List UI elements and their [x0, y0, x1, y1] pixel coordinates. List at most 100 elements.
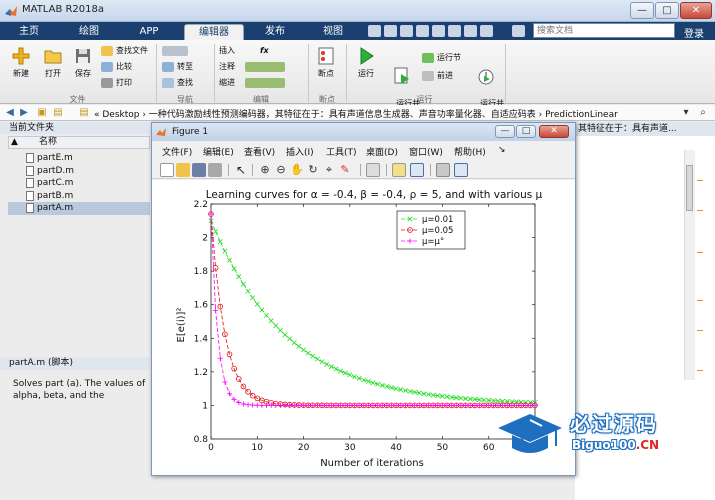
marker[interactable] — [697, 300, 703, 301]
tab-apps[interactable]: APP — [126, 24, 172, 40]
menu-edit[interactable]: 编辑(E) — [203, 145, 234, 158]
compare-icon — [101, 62, 113, 72]
comment-tools[interactable] — [245, 61, 285, 73]
tab-home[interactable]: 主页 — [6, 24, 52, 40]
breakpoints-button[interactable]: 断点 — [312, 46, 340, 79]
folder-icon — [44, 50, 62, 64]
show-plot-tools-icon[interactable] — [454, 163, 468, 177]
zoom-out-icon[interactable]: ⊖ — [274, 163, 288, 177]
link-plot-icon[interactable] — [366, 163, 380, 177]
comment-button[interactable]: 注释 — [219, 61, 235, 73]
tab-plots[interactable]: 绘图 — [66, 24, 112, 40]
new-button[interactable]: 新建 — [8, 46, 34, 79]
save-figure-icon[interactable] — [192, 163, 206, 177]
insert-button[interactable]: 插入 — [219, 45, 235, 57]
scrollbar-thumb[interactable] — [686, 165, 693, 211]
redo-quick-icon[interactable] — [448, 25, 461, 37]
menu-window[interactable]: 窗口(W) — [409, 145, 443, 158]
undo-quick-icon[interactable] — [432, 25, 445, 37]
find-files-button[interactable]: 查找文件 — [101, 45, 148, 57]
printer-icon — [101, 78, 113, 88]
x-tick-label: 20 — [298, 443, 310, 453]
print-figure-icon[interactable] — [208, 163, 222, 177]
x-tick-label: 30 — [344, 443, 356, 453]
breakpoints-icon — [318, 47, 334, 65]
back-arrow-icon[interactable]: ◀ — [4, 107, 16, 119]
minimize-button[interactable]: — — [630, 2, 654, 19]
forward-arrow-icon[interactable]: ▶ — [18, 107, 30, 119]
find-button[interactable]: 查找 — [162, 77, 193, 89]
hide-plot-tools-icon[interactable] — [436, 163, 450, 177]
marker[interactable] — [697, 330, 703, 331]
tab-view[interactable]: 视图 — [310, 24, 356, 40]
menu-tools[interactable]: 工具(T) — [326, 145, 357, 158]
figure-maximize-button[interactable]: □ — [516, 125, 536, 138]
data-cursor-icon[interactable]: ⌖ — [322, 163, 336, 177]
run-section-button[interactable]: 运行节 — [422, 52, 461, 64]
search-folder-icon[interactable]: ⌕ — [697, 107, 709, 119]
pan-hand-icon[interactable]: ✋ — [290, 163, 304, 177]
figure-menu-bar: 文件(F) 编辑(E) 查看(V) 插入(I) 工具(T) 桌面(D) 窗口(W… — [152, 143, 575, 158]
editor-tab-title[interactable]: 其特征在于：具有声道... — [575, 122, 715, 136]
compare-button[interactable]: 比较 — [101, 61, 132, 73]
menu-view[interactable]: 查看(V) — [244, 145, 275, 158]
figure-close-button[interactable]: ✕ — [539, 125, 569, 138]
rotate-3d-icon[interactable]: ↻ — [306, 163, 320, 177]
marker[interactable] — [697, 252, 703, 253]
brush-icon[interactable]: ✎ — [338, 163, 352, 177]
search-input[interactable] — [533, 23, 675, 38]
file-name: partB.m — [37, 190, 74, 201]
cut-quick-icon[interactable] — [384, 25, 397, 37]
zoom-in-icon[interactable]: ⊕ — [258, 163, 272, 177]
edit-plot-arrow-icon[interactable]: ↖ — [234, 163, 248, 177]
menu-desktop[interactable]: 桌面(D) — [366, 145, 398, 158]
help-icon[interactable] — [512, 25, 525, 37]
print-button[interactable]: 打印 — [101, 77, 132, 89]
marker[interactable] — [697, 180, 703, 181]
new-figure-icon[interactable] — [160, 163, 174, 177]
goto-button[interactable]: 转至 — [162, 61, 193, 73]
indent-tools[interactable] — [245, 77, 285, 89]
tab-editor[interactable]: 编辑器 — [184, 24, 244, 40]
back-forward-button[interactable] — [162, 45, 188, 57]
file-name: partA.m — [37, 203, 74, 213]
help-quick-icon[interactable] — [480, 25, 493, 37]
marker[interactable] — [697, 210, 703, 211]
run-button[interactable]: 运行 — [352, 46, 380, 79]
browse-folder-icon[interactable]: ▤ — [52, 107, 64, 119]
watermark-brand-cn: 必过源码 — [570, 412, 658, 436]
menu-insert[interactable]: 插入(I) — [286, 145, 314, 158]
menu-file[interactable]: 文件(F) — [162, 145, 192, 158]
copy-quick-icon[interactable] — [400, 25, 413, 37]
open-file-icon[interactable] — [176, 163, 190, 177]
insert-legend-icon[interactable] — [410, 163, 424, 177]
path-dropdown-icon[interactable]: ▾ — [680, 107, 692, 119]
figure-minimize-button[interactable]: — — [495, 125, 515, 138]
path-breadcrumb[interactable]: « Desktop › 一种代码激励线性预测编码器，其特征在于：具有声道信息生成… — [94, 107, 618, 120]
file-item[interactable]: partC.m — [8, 177, 150, 190]
close-button[interactable]: ✕ — [680, 2, 712, 19]
file-item[interactable]: partB.m — [8, 190, 150, 203]
indent-button[interactable]: 缩进 — [219, 77, 235, 89]
menu-help[interactable]: 帮助(H) — [454, 145, 486, 158]
marker[interactable] — [697, 370, 703, 371]
save-quick-icon[interactable] — [368, 25, 381, 37]
tab-publish[interactable]: 发布 — [252, 24, 298, 40]
advance-button[interactable]: 前进 — [422, 70, 453, 82]
fx-button[interactable]: fx — [260, 45, 269, 57]
maximize-button[interactable]: □ — [655, 2, 679, 19]
file-column-header[interactable]: ▲ 名称 — [8, 136, 150, 149]
menu-dock-icon[interactable]: ↘ — [498, 145, 506, 155]
save-button[interactable]: 保存 — [70, 46, 96, 79]
file-item[interactable]: partE.m — [8, 152, 150, 165]
file-item-selected[interactable]: partA.m — [8, 202, 150, 215]
insert-colorbar-icon[interactable] — [392, 163, 406, 177]
open-button[interactable]: 打开 — [40, 46, 66, 79]
paste-quick-icon[interactable] — [416, 25, 429, 37]
login-link[interactable]: 登录 — [684, 25, 704, 40]
column-name[interactable]: 名称 — [39, 137, 57, 148]
file-item[interactable]: partD.m — [8, 165, 150, 178]
up-folder-icon[interactable]: ▣ — [36, 107, 48, 119]
y-tick-label: 1 — [202, 401, 208, 411]
switch-window-icon[interactable] — [464, 25, 477, 37]
